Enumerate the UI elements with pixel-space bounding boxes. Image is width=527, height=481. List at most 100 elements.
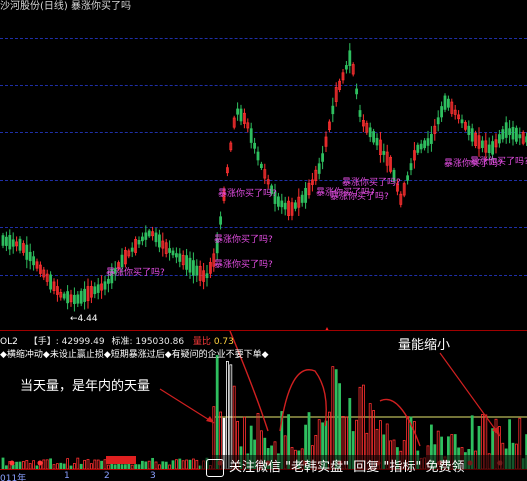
candlestick bbox=[242, 108, 246, 129]
candlestick bbox=[188, 251, 192, 279]
volume-bar bbox=[86, 459, 90, 470]
price-chart-panel[interactable]: 沙河股份(日线) 暴涨你买了吗 ←4.44 暴涨你买了吗? 暴涨你买了吗? 暴涨… bbox=[0, 0, 527, 330]
candle-body bbox=[236, 108, 240, 115]
candle-body bbox=[157, 234, 161, 248]
candlestick bbox=[297, 188, 301, 216]
candle-body bbox=[171, 250, 175, 256]
candlestick bbox=[73, 287, 76, 312]
candle-body bbox=[467, 125, 471, 135]
candle-body bbox=[470, 128, 474, 142]
candlestick bbox=[521, 130, 525, 146]
volume-bar bbox=[154, 461, 158, 470]
candlestick bbox=[334, 82, 338, 107]
candle-body bbox=[32, 256, 35, 266]
volume-bar bbox=[225, 360, 229, 470]
candle-body bbox=[375, 137, 379, 146]
candlestick bbox=[443, 93, 447, 113]
candlestick bbox=[300, 190, 304, 207]
annotation-arc bbox=[229, 331, 269, 432]
candlestick bbox=[280, 193, 284, 214]
volume-bar bbox=[188, 459, 192, 470]
candle-body bbox=[331, 105, 335, 115]
candlestick bbox=[229, 140, 233, 152]
candlestick bbox=[25, 236, 29, 269]
candlestick bbox=[515, 125, 518, 144]
candlestick bbox=[239, 104, 243, 126]
volume-bar bbox=[191, 458, 195, 470]
candlestick bbox=[283, 196, 287, 216]
candlestick bbox=[256, 146, 260, 166]
candlestick bbox=[86, 278, 90, 309]
volume-value: 42999.49 bbox=[61, 337, 105, 347]
candlestick bbox=[467, 120, 471, 141]
candle-body bbox=[62, 293, 66, 299]
candlestick bbox=[276, 192, 280, 211]
candle-body bbox=[18, 238, 22, 251]
candlestick bbox=[93, 282, 97, 299]
candlestick bbox=[90, 280, 93, 304]
candle-body bbox=[491, 141, 495, 155]
candle-body bbox=[1, 235, 5, 246]
candlestick bbox=[56, 279, 59, 302]
candle-body bbox=[304, 187, 308, 203]
candlestick bbox=[154, 228, 158, 247]
candlestick bbox=[225, 164, 229, 177]
candlestick bbox=[62, 291, 66, 301]
candlestick bbox=[310, 172, 314, 192]
candlestick bbox=[11, 232, 15, 254]
candlestick bbox=[436, 110, 440, 132]
candlestick bbox=[83, 281, 86, 310]
volume-bar bbox=[151, 457, 155, 470]
candle-body bbox=[480, 140, 484, 148]
volume-bar bbox=[42, 459, 46, 470]
watermark-text: 关注微信 "老韩实盘" 回复 "指标" 免费领 bbox=[229, 460, 465, 475]
volume-bar bbox=[161, 461, 165, 470]
candlestick bbox=[446, 95, 450, 111]
candle-body bbox=[168, 248, 172, 253]
candle-body bbox=[107, 278, 110, 284]
candlestick bbox=[433, 119, 437, 141]
candle-body bbox=[504, 122, 508, 138]
candle-body bbox=[382, 151, 386, 155]
signal-dot bbox=[37, 460, 43, 466]
annotation-shrinking-volume: 量能缩小 bbox=[398, 338, 451, 353]
candlestick bbox=[96, 277, 100, 300]
candlestick bbox=[35, 258, 39, 272]
std-label: 标准: bbox=[111, 337, 133, 347]
indicator-legend: ◆横缩冲动◆未设止赢止损◆短期暴涨过后◆有疑问的企业不要下单◆ bbox=[0, 350, 269, 360]
candlestick bbox=[168, 240, 172, 261]
volume-bar bbox=[164, 461, 168, 470]
signal-label: 暴涨你买了吗? bbox=[470, 157, 527, 167]
candlestick bbox=[307, 179, 311, 199]
candlestick bbox=[358, 104, 362, 123]
candlestick bbox=[144, 225, 148, 247]
signal-label: 暴涨你买了吗? bbox=[218, 189, 277, 199]
volume-bar bbox=[66, 458, 69, 470]
candlestick bbox=[195, 259, 199, 283]
candle-body bbox=[66, 291, 69, 304]
axis-label: 1 bbox=[64, 471, 70, 481]
candlestick bbox=[66, 285, 69, 310]
candle-body bbox=[28, 251, 32, 262]
candlestick bbox=[314, 165, 318, 185]
candle-body bbox=[49, 274, 52, 290]
candlestick bbox=[423, 138, 427, 151]
candle-body bbox=[205, 273, 209, 279]
candlestick bbox=[18, 236, 22, 254]
candlestick bbox=[42, 266, 46, 281]
candle-body bbox=[178, 253, 182, 262]
candlestick bbox=[157, 229, 161, 253]
candle-body bbox=[440, 106, 444, 118]
candle-body bbox=[253, 142, 257, 149]
candlestick bbox=[375, 133, 379, 151]
candlestick bbox=[52, 278, 56, 295]
candlestick bbox=[501, 125, 505, 143]
candlestick bbox=[103, 275, 107, 296]
volume-bar bbox=[1, 457, 5, 470]
indicator-name: OL2 bbox=[0, 337, 18, 347]
candlestick bbox=[385, 144, 389, 173]
candle-body bbox=[372, 131, 376, 143]
chart-title: 沙河股份(日线) 暴涨你买了吗 bbox=[0, 1, 131, 12]
candlestick bbox=[59, 288, 63, 301]
candle-body bbox=[5, 236, 8, 246]
